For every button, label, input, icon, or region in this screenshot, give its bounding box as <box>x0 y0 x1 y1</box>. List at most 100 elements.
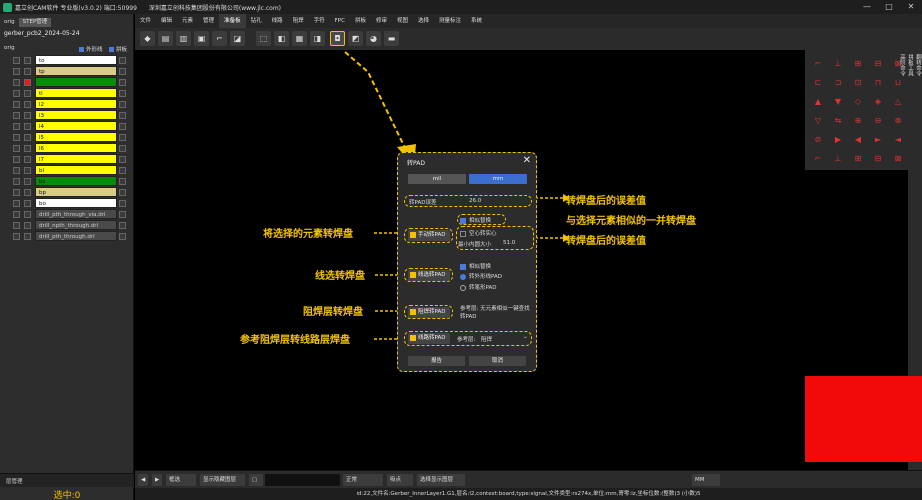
layer-row[interactable]: l2 <box>4 99 132 109</box>
mask-convert-button[interactable]: 阻焊转PAD <box>408 307 450 318</box>
menu-item[interactable]: 拼板 <box>350 14 371 28</box>
chevron-down-icon[interactable]: ⌄ <box>523 334 528 340</box>
right-tool-icon[interactable]: ⊟ <box>871 153 885 165</box>
report-button[interactable]: 报告 <box>408 356 465 366</box>
right-tool-icon[interactable]: ⊥ <box>831 153 845 165</box>
layer-color-swatch[interactable] <box>24 79 31 86</box>
menu-item[interactable]: 阻焊 <box>288 14 309 28</box>
layer-lock-toggle[interactable] <box>119 134 126 141</box>
layer-visible-toggle[interactable] <box>13 145 20 152</box>
menu-item[interactable]: 系统 <box>466 14 487 28</box>
normal-mode-dropdown[interactable]: 正常 <box>343 474 383 486</box>
command-input[interactable] <box>265 474 340 486</box>
ref-convert-button[interactable]: 线路转PAD <box>408 333 450 344</box>
layer-visible-toggle[interactable] <box>13 211 20 218</box>
right-tool-icon[interactable]: ⊟ <box>871 58 885 70</box>
layer-lock-toggle[interactable] <box>119 101 126 108</box>
layer-lock-toggle[interactable] <box>119 200 126 207</box>
layer-color-swatch[interactable] <box>24 68 31 75</box>
right-tool-icon[interactable]: ◈ <box>871 96 885 108</box>
layer-row[interactable]: drill_pth_through.drl <box>4 231 132 241</box>
layer-color-swatch[interactable] <box>24 101 31 108</box>
manual-convert-button[interactable]: 手动转PAD <box>408 230 450 241</box>
layer-lock-toggle[interactable] <box>119 90 126 97</box>
show-hidden-layers-button[interactable]: 显示隐藏图层 <box>200 474 245 486</box>
layer-color-swatch[interactable] <box>24 178 31 185</box>
layer-lock-toggle[interactable] <box>119 156 126 163</box>
right-tool-icon[interactable]: ⊕ <box>851 115 865 127</box>
tool-5-icon[interactable]: ⌐ <box>212 31 227 46</box>
right-tool-icon[interactable]: ▼ <box>831 96 845 108</box>
right-tool-icon[interactable]: ◇ <box>851 96 865 108</box>
layer-color-swatch[interactable] <box>24 90 31 97</box>
layer-row[interactable]: tl <box>4 88 132 98</box>
menu-item[interactable]: 视图 <box>392 14 413 28</box>
project-name[interactable]: gerber_pcb2_2024-05-24 <box>4 30 80 37</box>
menu-item[interactable]: 测量标注 <box>434 14 466 28</box>
tool-10-icon[interactable]: ◨ <box>310 31 325 46</box>
layer-color-icon[interactable]: ▢ <box>249 474 263 486</box>
tolerance-input[interactable]: 26.0 <box>469 198 481 204</box>
snap-button[interactable]: 吸点 <box>387 474 413 486</box>
layer-color-swatch[interactable] <box>24 134 31 141</box>
tab-orig[interactable]: orig <box>0 18 19 27</box>
layer-row[interactable]: drill_pth_through_via.drl <box>4 209 132 219</box>
layer-visible-toggle[interactable] <box>13 222 20 229</box>
hollow-checkbox[interactable]: 空心转实心 <box>460 229 497 237</box>
layer-lock-toggle[interactable] <box>119 79 126 86</box>
layer-color-swatch[interactable] <box>24 189 31 196</box>
overview-map[interactable] <box>805 376 922 462</box>
layer-lock-toggle[interactable] <box>119 222 126 229</box>
layer-row[interactable]: tp <box>4 66 132 76</box>
layer-lock-toggle[interactable] <box>119 189 126 196</box>
layer-row[interactable]: l5 <box>4 132 132 142</box>
layer-color-swatch[interactable] <box>24 233 31 240</box>
tool-12-icon[interactable]: ◩ <box>348 31 363 46</box>
unit-mil-button[interactable]: mil <box>408 174 466 184</box>
pen-pad-radio[interactable]: 转笔形PAD <box>460 283 496 291</box>
menu-item[interactable]: 钻孔 <box>246 14 267 28</box>
layer-visible-toggle[interactable] <box>13 200 20 207</box>
layer-row[interactable]: drill_npth_through.drl <box>4 220 132 230</box>
right-tool-icon[interactable]: ⊡ <box>851 77 865 89</box>
right-tool-icon[interactable]: ⊥ <box>831 58 845 70</box>
layer-row[interactable]: bo <box>4 198 132 208</box>
menu-item[interactable]: FPC <box>330 14 350 28</box>
tab-step[interactable]: STEP管理 <box>18 18 52 27</box>
tool-8-icon[interactable]: ◧ <box>274 31 289 46</box>
select-mode-dropdown[interactable]: 框选 <box>166 474 196 486</box>
layer-color-swatch[interactable] <box>24 167 31 174</box>
right-tool-icon[interactable]: ⌐ <box>811 58 825 70</box>
cancel-button[interactable]: 取消 <box>469 356 526 366</box>
arrow-right-icon[interactable]: ▶ <box>152 474 163 486</box>
outline-pad-radio[interactable]: 转外形线PAD <box>460 272 502 280</box>
layer-manage-button[interactable]: 层管理 <box>6 477 23 485</box>
unit-mm-button[interactable]: mm <box>469 174 527 184</box>
right-tool-icon[interactable]: ⊞ <box>851 153 865 165</box>
right-tool-icon[interactable]: ⊖ <box>871 115 885 127</box>
layer-visible-toggle[interactable] <box>13 68 20 75</box>
arrow-left-icon[interactable]: ◀ <box>138 474 149 486</box>
layer-lock-toggle[interactable] <box>119 68 126 75</box>
layer-row[interactable]: bp <box>4 187 132 197</box>
layer-visible-toggle[interactable] <box>13 189 20 196</box>
right-tool-icon[interactable]: ⊘ <box>811 134 825 146</box>
tool-3-icon[interactable]: ▥ <box>176 31 191 46</box>
right-tool-icon[interactable]: ⊐ <box>831 77 845 89</box>
menu-item[interactable]: 元素 <box>177 14 198 28</box>
layer-lock-toggle[interactable] <box>119 233 126 240</box>
menu-item[interactable]: 字符 <box>309 14 330 28</box>
layer-color-swatch[interactable] <box>24 123 31 130</box>
window-close-icon[interactable]: ✕ <box>900 0 922 14</box>
window-maximize-icon[interactable]: □ <box>878 0 900 14</box>
tool-4-icon[interactable]: ▣ <box>194 31 209 46</box>
right-tool-icon[interactable]: ▶ <box>831 134 845 146</box>
layer-row[interactable]: bs <box>4 176 132 186</box>
panel-checkbox[interactable]: 拼板 <box>109 45 127 53</box>
similar-checkbox[interactable]: 相似替换 <box>460 216 491 224</box>
layer-visible-toggle[interactable] <box>13 112 20 119</box>
window-minimize-icon[interactable]: — <box>856 0 878 14</box>
layer-row[interactable]: l6 <box>4 143 132 153</box>
layer-color-swatch[interactable] <box>24 211 31 218</box>
tool-7-icon[interactable]: ⬚ <box>256 31 271 46</box>
